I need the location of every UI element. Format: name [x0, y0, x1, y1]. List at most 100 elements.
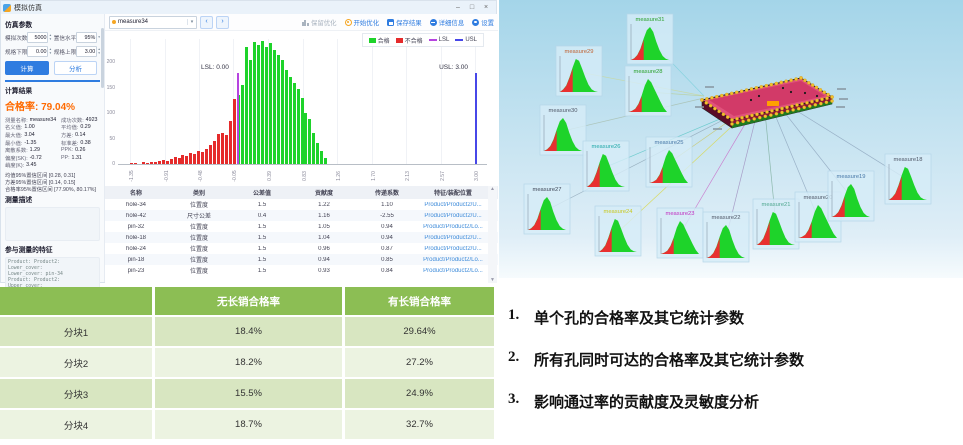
measure-card-label: measure23	[665, 211, 694, 217]
param-input[interactable]: 0.00	[27, 46, 49, 57]
assembly-path-link[interactable]: Product/Product2/U...	[419, 246, 487, 252]
note-text: 所有孔同时可达的合格率及其它统计参数	[534, 353, 805, 369]
column-header[interactable]: 类别	[167, 188, 231, 197]
spinner-icon[interactable]: ▴ ▾	[49, 47, 51, 55]
histogram-bar	[173, 156, 177, 164]
gridline	[406, 39, 408, 164]
table-cell: 1.5	[257, 267, 267, 274]
measure-card-label: measure27	[532, 187, 561, 193]
spinner-icon[interactable]: ▴ ▾	[49, 33, 51, 41]
summary-cell: 分块4	[0, 410, 155, 441]
measure-card: measure21	[752, 198, 800, 250]
target-button[interactable]: 开始优化	[344, 18, 379, 27]
legend: 合格 不合格 LSL USL	[361, 33, 484, 47]
table-row[interactable]: hole-18 位置度 1.5 1.04 0.94 Product/Product2/U.…	[105, 232, 498, 243]
table-row[interactable]: pin-23 位置度 1.5 0.93 0.84 Product/Product2/Lo.…	[105, 265, 498, 276]
histogram-bar	[213, 141, 217, 164]
table-scrollbar[interactable]: ▲ ▼	[488, 186, 497, 283]
column-header[interactable]: 公差值	[231, 188, 293, 197]
table-row[interactable]: hole-34 位置度 1.5 1.22 1.10 Product/Product2/U.…	[105, 199, 498, 210]
close-icon[interactable]: ×	[479, 4, 493, 11]
toolbar-button-label: 设置	[481, 19, 494, 27]
note-item: 1. 单个孔的合格率及其它统计参数	[508, 307, 744, 328]
toolbar-button-label: 保留优化	[310, 19, 337, 27]
chevron-down-icon[interactable]: ▾	[187, 19, 196, 25]
save-button[interactable]: 保存结果	[387, 18, 422, 27]
chevron-down-icon[interactable]: ▾	[98, 35, 100, 40]
histogram-bar	[129, 162, 133, 164]
table-row[interactable]: hole-24 位置度 1.5 0.96 0.87 Product/Product2/U.…	[105, 243, 498, 254]
summary-cell: 27.2%	[345, 348, 494, 379]
x-tick-label: 1.70	[370, 171, 377, 181]
summary-column-header: 无长销合格率	[155, 287, 345, 317]
x-tick-label: -1.35	[128, 170, 135, 182]
confidence-intervals: 均值95%置信区间 [0.28, 0.31] 方差95%置信区间 [0.14, 0…	[5, 171, 100, 193]
param-input[interactable]: 5000	[27, 32, 49, 43]
y-tick-label: 200	[106, 59, 115, 66]
legend-item: USL	[455, 37, 477, 43]
measure-select[interactable]: measure34 ▾	[109, 15, 197, 29]
minimize-icon[interactable]: –	[451, 4, 465, 11]
histogram-bar	[141, 162, 145, 164]
save-icon	[387, 18, 395, 26]
measure-description-box[interactable]	[5, 207, 100, 241]
assembly-path-link[interactable]: Product/Product2/Lo...	[419, 268, 487, 274]
table-cell: 1.04	[318, 234, 330, 241]
gridline	[198, 39, 200, 164]
legend-swatch	[368, 37, 376, 43]
column-header[interactable]: 传递系数	[355, 188, 419, 197]
calc-button[interactable]: 计算	[5, 61, 49, 75]
histogram-bar	[308, 119, 312, 164]
assembly-path-link[interactable]: Product/Product2/Lo...	[419, 224, 487, 230]
measure-card-label: measure26	[591, 144, 620, 150]
stat-row: 标准差: 0.38	[61, 139, 91, 147]
maximize-icon[interactable]: □	[465, 4, 479, 11]
assembly-path-link[interactable]: Product/Product2/Lo...	[419, 257, 487, 263]
x-tick-label: 2.57	[439, 171, 446, 181]
assembly-path-link[interactable]: Product/Product2/U...	[419, 235, 487, 241]
measure-card: measure30	[539, 104, 587, 156]
summary-cell: 32.7%	[345, 410, 494, 441]
stats-left-column: 测量名称: measure34 名义值: 1.00 最大值: 3.04 最小值: -1.35 离…	[5, 116, 59, 170]
measure-card-label: measure22	[711, 215, 740, 221]
gridline	[129, 39, 131, 164]
histogram-bar	[197, 150, 201, 164]
viewport-3d[interactable]: measure31 measure29 measure28 measure30 meas…	[499, 0, 963, 283]
prev-measure-button[interactable]: ‹	[200, 15, 213, 29]
histogram-bar	[145, 162, 149, 164]
param-input[interactable]: 3.00	[76, 46, 98, 57]
next-measure-button[interactable]: ›	[216, 15, 229, 29]
spinner-icon[interactable]: ▴ ▾	[98, 47, 100, 55]
histogram-bar	[185, 155, 189, 164]
stat-row: PP: 1.31	[61, 154, 82, 161]
measure-card-label: measure30	[548, 108, 577, 114]
measure-card: measure22	[702, 211, 750, 263]
legend-swatch	[428, 39, 437, 41]
column-header[interactable]: 贡献度	[293, 188, 355, 197]
assembly-path-link[interactable]: Product/Product2/U...	[419, 202, 487, 208]
histogram-bar	[189, 152, 193, 164]
column-header[interactable]: 特征/装配位置	[419, 188, 487, 197]
summary-cell: 29.64%	[345, 317, 494, 348]
table-row[interactable]: pin-18 位置度 1.5 0.94 0.85 Product/Product2/Lo.…	[105, 254, 498, 265]
measure-card: measure23	[656, 207, 704, 259]
analyze-button[interactable]: 分析	[54, 61, 97, 75]
histogram-bar	[221, 132, 225, 164]
table-cell: 位置度	[189, 258, 208, 264]
assembly-path-link[interactable]: Product/Product2/U...	[419, 213, 487, 219]
info-button[interactable]: 详细信息	[429, 18, 464, 27]
column-header[interactable]: 名称	[105, 188, 167, 197]
target-icon	[344, 18, 352, 26]
table-row[interactable]: hole-42 尺寸公差 0.4 1.16 -2.55 Product/Product2/…	[105, 210, 498, 221]
sidebar-scrollbar[interactable]	[101, 28, 104, 88]
chart-button[interactable]: 保留优化	[301, 18, 337, 27]
measure-card: measure28	[624, 65, 672, 117]
param-input[interactable]: 95%	[76, 32, 98, 43]
measure-card: measure25	[645, 136, 693, 188]
gear-button[interactable]: 设置	[472, 18, 494, 27]
table-row[interactable]: pin-32 位置度 1.5 1.05 0.94 Product/Product2/Lo.…	[105, 221, 498, 232]
measure-card: measure27	[523, 183, 571, 235]
measure-card-label: measure18	[893, 157, 922, 163]
usl-label: USL: 3.00	[439, 64, 469, 71]
summary-cell: 18.7%	[155, 410, 345, 441]
